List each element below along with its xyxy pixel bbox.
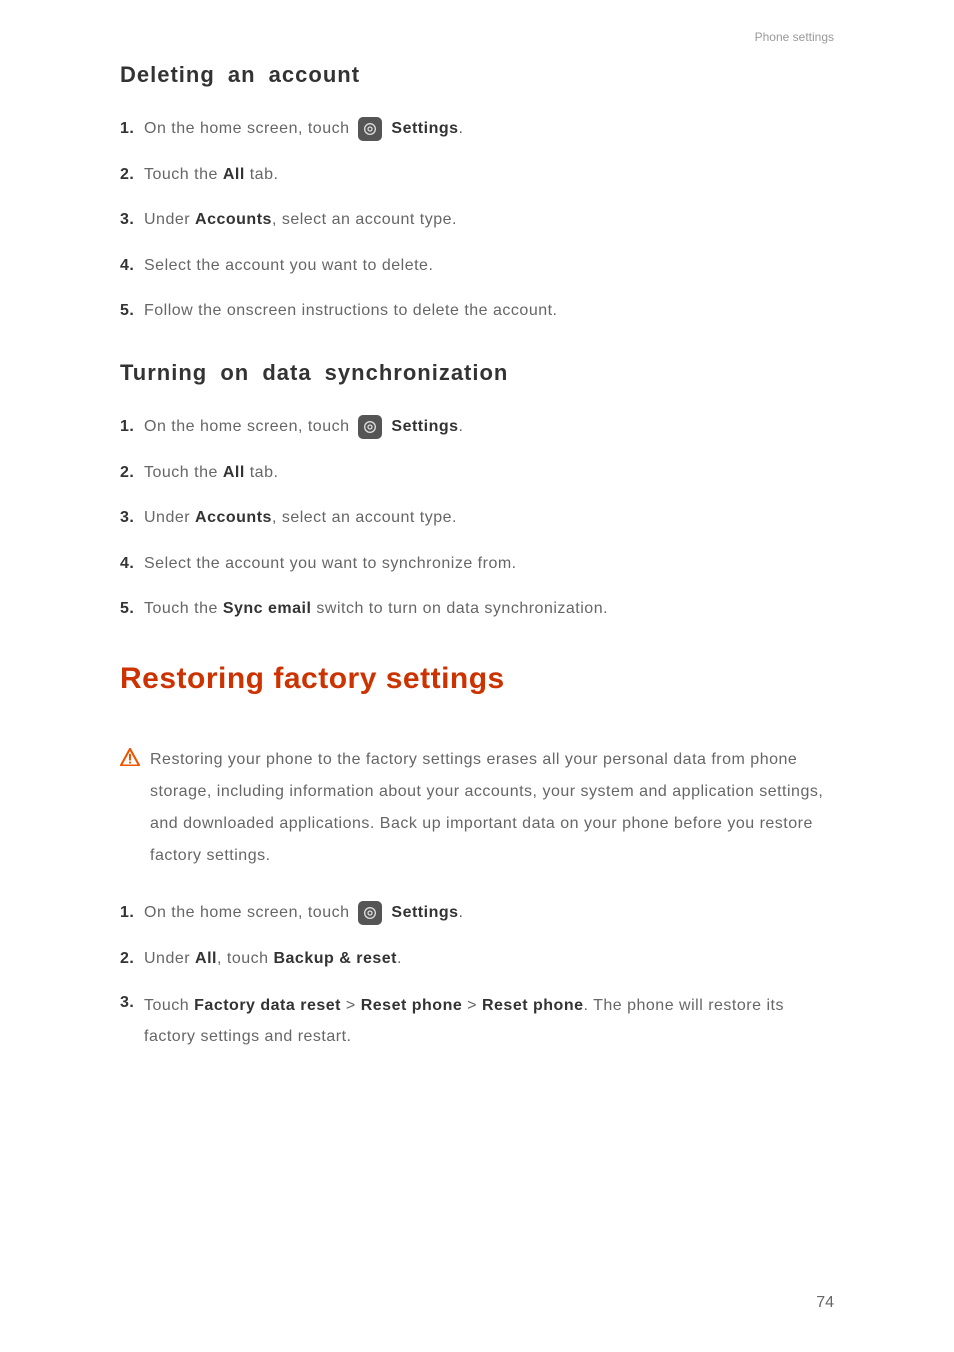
step-2-2: 2. Touch the All tab. bbox=[120, 460, 834, 486]
step-text-pre: On the home screen, touch bbox=[144, 904, 354, 921]
settings-icon bbox=[358, 117, 382, 141]
step-text-pre: Touch bbox=[144, 997, 194, 1014]
step-text: Follow the onscreen instructions to dele… bbox=[144, 298, 558, 324]
step-2-4: 4. Select the account you want to synchr… bbox=[120, 551, 834, 577]
step-bold: Sync email bbox=[223, 600, 312, 617]
step-text-pre: Touch the bbox=[144, 166, 223, 183]
section-factory-reset: Restoring factory settings Restoring you… bbox=[120, 662, 834, 1052]
heading-deleting-account: Deleting an account bbox=[120, 62, 834, 88]
step-text: Select the account you want to delete. bbox=[144, 253, 433, 279]
settings-label: Settings bbox=[391, 120, 458, 137]
step-number: 5. bbox=[120, 596, 138, 622]
step-1-4: 4. Select the account you want to delete… bbox=[120, 253, 834, 279]
step-number: 3. bbox=[120, 991, 138, 1012]
step-bold-3: Reset phone bbox=[482, 997, 584, 1014]
step-bold: Accounts bbox=[195, 211, 272, 228]
step-sep-1: > bbox=[341, 997, 361, 1014]
page-number: 74 bbox=[816, 1294, 834, 1312]
step-text-post: , select an account type. bbox=[272, 211, 457, 228]
step-number: 5. bbox=[120, 298, 138, 324]
step-text-pre: Under bbox=[144, 509, 195, 526]
step-1-1: 1. On the home screen, touch Settings. bbox=[120, 116, 834, 142]
warning-text: Restoring your phone to the factory sett… bbox=[150, 744, 834, 872]
step-text-post: . bbox=[459, 418, 464, 435]
step-number: 2. bbox=[120, 460, 138, 486]
step-number: 4. bbox=[120, 551, 138, 577]
step-1-2: 2. Touch the All tab. bbox=[120, 162, 834, 188]
step-3-2: 2. Under All, touch Backup & reset. bbox=[120, 946, 834, 972]
step-bold: Accounts bbox=[195, 509, 272, 526]
step-number: 2. bbox=[120, 946, 138, 972]
step-text-post: tab. bbox=[245, 464, 279, 481]
step-number: 1. bbox=[120, 414, 138, 440]
step-bold-2: Reset phone bbox=[361, 997, 463, 1014]
heading-factory-reset: Restoring factory settings bbox=[120, 662, 834, 696]
settings-icon bbox=[358, 415, 382, 439]
step-number: 3. bbox=[120, 207, 138, 233]
step-text-post: , select an account type. bbox=[272, 509, 457, 526]
heading-data-sync: Turning on data synchronization bbox=[120, 360, 834, 386]
warning-block: Restoring your phone to the factory sett… bbox=[120, 744, 834, 872]
section-deleting-account: Deleting an account 1. On the home scree… bbox=[120, 62, 834, 324]
settings-label: Settings bbox=[391, 418, 458, 435]
step-text-pre: Under bbox=[144, 211, 195, 228]
step-text-pre: Touch the bbox=[144, 464, 223, 481]
step-1-5: 5. Follow the onscreen instructions to d… bbox=[120, 298, 834, 324]
step-3-3: 3. Touch Factory data reset > Reset phon… bbox=[120, 991, 834, 1052]
step-text-pre: On the home screen, touch bbox=[144, 418, 354, 435]
step-number: 1. bbox=[120, 116, 138, 142]
step-bold-1: All bbox=[195, 950, 217, 967]
step-text-pre: Under bbox=[144, 950, 195, 967]
step-3-1: 1. On the home screen, touch Settings. bbox=[120, 900, 834, 926]
step-bold-2: Backup & reset bbox=[273, 950, 397, 967]
warning-icon bbox=[120, 748, 140, 766]
section-data-sync: Turning on data synchronization 1. On th… bbox=[120, 360, 834, 622]
step-text-pre: Touch the bbox=[144, 600, 223, 617]
step-bold: All bbox=[223, 464, 245, 481]
step-number: 2. bbox=[120, 162, 138, 188]
step-bold-1: Factory data reset bbox=[194, 997, 341, 1014]
step-1-3: 3. Under Accounts, select an account typ… bbox=[120, 207, 834, 233]
step-text: Select the account you want to synchroni… bbox=[144, 551, 517, 577]
step-number: 1. bbox=[120, 900, 138, 926]
step-text-post: . bbox=[459, 120, 464, 137]
step-sep-2: > bbox=[462, 997, 482, 1014]
header-label: Phone settings bbox=[120, 30, 834, 44]
step-number: 3. bbox=[120, 505, 138, 531]
step-bold: All bbox=[223, 166, 245, 183]
step-2-5: 5. Touch the Sync email switch to turn o… bbox=[120, 596, 834, 622]
step-text-post: . bbox=[459, 904, 464, 921]
step-text-pre: On the home screen, touch bbox=[144, 120, 354, 137]
step-number: 4. bbox=[120, 253, 138, 279]
step-text-mid: , touch bbox=[217, 950, 273, 967]
settings-label: Settings bbox=[391, 904, 458, 921]
step-text-post: . bbox=[397, 950, 402, 967]
step-2-1: 1. On the home screen, touch Settings. bbox=[120, 414, 834, 440]
step-2-3: 3. Under Accounts, select an account typ… bbox=[120, 505, 834, 531]
step-text-post: switch to turn on data synchronization. bbox=[311, 600, 608, 617]
settings-icon bbox=[358, 901, 382, 925]
step-text-post: tab. bbox=[245, 166, 279, 183]
